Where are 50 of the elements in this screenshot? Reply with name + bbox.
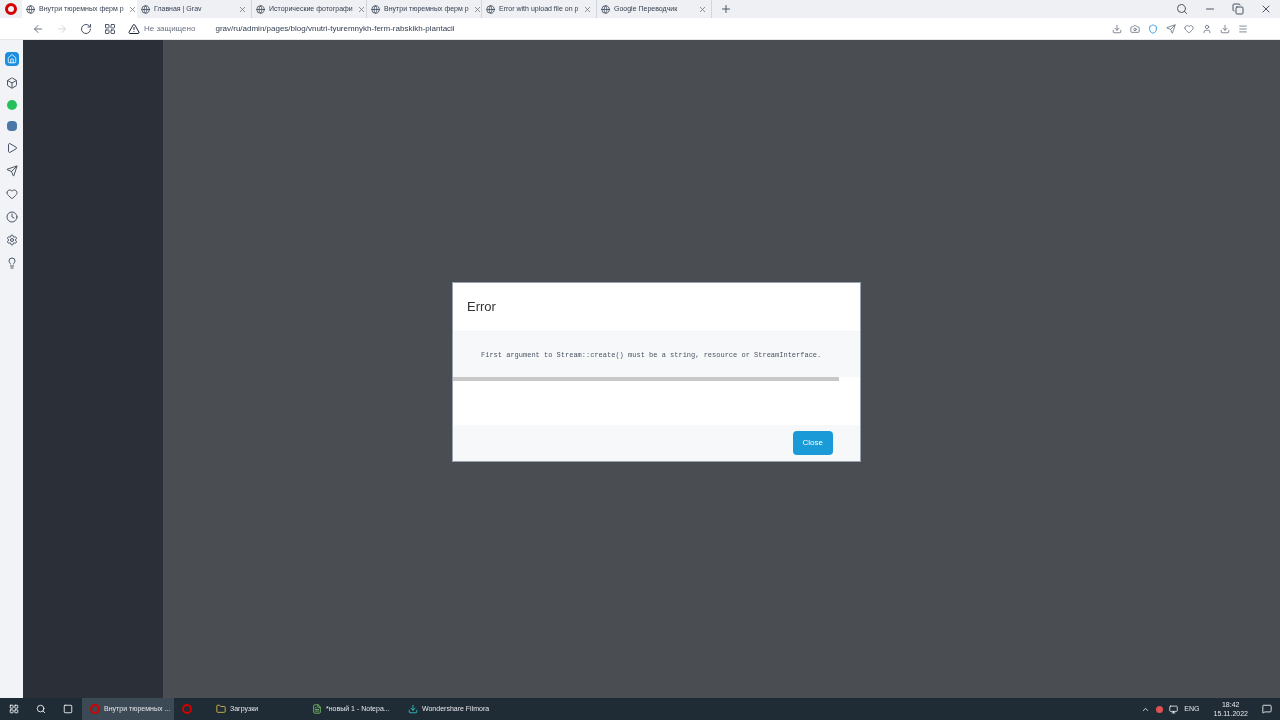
pinboard-icon[interactable]: [5, 77, 18, 89]
close-icon[interactable]: [238, 4, 247, 14]
send-icon[interactable]: [1166, 23, 1176, 34]
reload-icon[interactable]: [80, 22, 92, 35]
browser-logo[interactable]: [5, 3, 17, 15]
browser-logo-icon: [182, 704, 192, 714]
notifications-icon[interactable]: [1262, 704, 1272, 714]
globe-icon: [486, 4, 495, 14]
lightbulb-icon[interactable]: [5, 257, 18, 269]
history-icon[interactable]: [5, 211, 18, 223]
globe-icon: [601, 4, 610, 14]
dialog-title: Error: [467, 298, 496, 317]
save-icon[interactable]: [1112, 23, 1122, 34]
heart-icon[interactable]: [5, 188, 18, 200]
restore-icon[interactable]: [1232, 3, 1244, 15]
camera-icon[interactable]: [1130, 23, 1140, 34]
new-tab-icon[interactable]: [720, 3, 732, 15]
address-field[interactable]: grav/ru/admin/pages/blog/vnutri-tyuremnykh-ferm-rabskikh-plantacii: [215, 22, 455, 35]
globe-icon: [371, 4, 380, 14]
player-icon[interactable]: [5, 142, 18, 154]
close-icon[interactable]: [356, 4, 366, 14]
task-view-icon[interactable]: [63, 704, 73, 714]
home-icon: [6, 54, 17, 64]
profile-icon[interactable]: [1202, 23, 1212, 34]
warning-icon: [128, 22, 140, 35]
close-icon[interactable]: [472, 4, 482, 14]
globe-icon: [26, 4, 35, 14]
notepad-icon: [312, 704, 322, 714]
download-icon[interactable]: [1220, 23, 1230, 34]
back-icon[interactable]: [32, 22, 44, 35]
send-icon[interactable]: [5, 165, 18, 177]
network-icon[interactable]: [1169, 704, 1179, 714]
globe-icon: [256, 4, 265, 14]
globe-icon: [141, 4, 150, 14]
grid-icon[interactable]: [104, 22, 116, 35]
record-icon[interactable]: [1156, 705, 1164, 713]
folder-icon: [216, 704, 226, 714]
app-icon: [408, 704, 418, 714]
home-button[interactable]: [4, 52, 19, 66]
heart-icon[interactable]: [1184, 23, 1194, 34]
close-icon[interactable]: [583, 4, 592, 14]
settings-icon[interactable]: [5, 234, 18, 246]
close-icon[interactable]: [698, 4, 707, 14]
search-icon[interactable]: [36, 704, 46, 714]
menu-icon[interactable]: [1238, 23, 1248, 34]
browser-logo-icon: [90, 704, 100, 714]
shield-icon[interactable]: [1148, 23, 1158, 34]
close-icon[interactable]: [127, 4, 137, 14]
security-label[interactable]: Не защищено: [144, 22, 196, 35]
close-icon[interactable]: [1260, 3, 1272, 15]
